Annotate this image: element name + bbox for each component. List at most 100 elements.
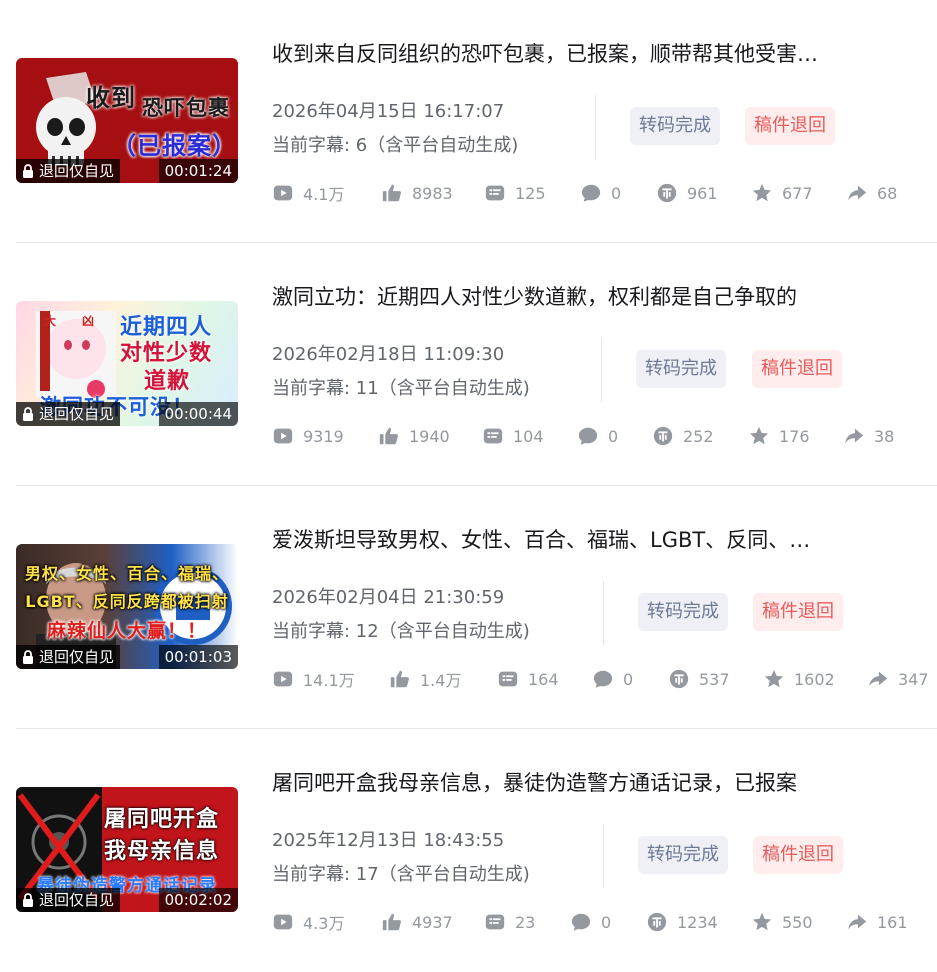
star-icon: [764, 669, 784, 688]
subtitle-count: 当前字幕: 6（含平台自动生成): [272, 135, 519, 156]
coin-icon: [657, 183, 677, 203]
play-count: 4.3万: [272, 910, 344, 934]
reject-status-badge[interactable]: 稿件退回: [753, 593, 843, 631]
badge-label: 退回仅自见: [39, 648, 115, 666]
thumbnail-text: 麻辣仙人大赢！！: [46, 620, 207, 642]
danmaku-count: 125: [484, 181, 546, 205]
publish-date: 2026年02月18日 11:09:30: [272, 344, 505, 365]
video-thumbnail[interactable]: 大 凶 近期四人 对性少数 道歉 激同功不可没！ 退回仅自见 00:00:44: [16, 301, 238, 426]
video-duration: 00:00:44: [158, 402, 238, 426]
comment-icon: [571, 913, 591, 931]
badge-label: 退回仅自见: [39, 162, 115, 180]
coin-icon: [669, 669, 689, 689]
thumbnail-text: 男权、女性、百合、福瑞、: [24, 564, 229, 583]
video-thumbnail[interactable]: 收到 恐吓包裹 （已报案） 退回仅自见 00:01:24: [16, 58, 238, 183]
lock-icon: [23, 893, 33, 907]
share-count: 347: [867, 667, 929, 691]
like-count: 1.4万: [389, 667, 461, 691]
thumbnail-text: 恐吓包裹: [142, 96, 230, 120]
favorite-count: 550: [751, 910, 813, 934]
reject-status-badge[interactable]: 稿件退回: [745, 107, 835, 145]
share-icon: [869, 671, 888, 687]
thumbnail-text: 收到: [86, 84, 136, 112]
coin-count: 1234: [646, 910, 718, 934]
video-list-item: 男权、女性、百合、福瑞、 LGBT、反同反跨都被扫射 麻辣仙人大赢！！ 退回仅自…: [0, 486, 937, 729]
video-title[interactable]: 屠同吧开盒我母亲信息，暴徒伪造警方通话记录，已报案: [272, 767, 872, 797]
transcode-status-badge: 转码完成: [638, 593, 728, 631]
favorite-count: 677: [751, 181, 813, 205]
video-duration: 00:01:24: [158, 159, 238, 183]
like-count: 8983: [381, 181, 453, 205]
divider: [603, 581, 604, 645]
thumbs-up-icon: [382, 184, 401, 202]
reject-status-badge[interactable]: 稿件退回: [753, 836, 843, 874]
coin-icon: [647, 912, 667, 932]
video-title[interactable]: 收到来自反同组织的恐吓包裹，已报案，顺带帮其他受害…: [272, 38, 872, 68]
badge-label: 退回仅自见: [39, 405, 115, 423]
like-count: 1940: [378, 424, 450, 448]
thumbs-up-icon: [379, 427, 398, 445]
share-count: 38: [843, 424, 894, 448]
video-thumbnail[interactable]: 男权、女性、百合、福瑞、 LGBT、反同反跨都被扫射 麻辣仙人大赢！！ 退回仅自…: [16, 544, 238, 669]
thumbs-up-icon: [390, 670, 409, 688]
video-list-item: 大 凶 近期四人 对性少数 道歉 激同功不可没！ 退回仅自见 00:00:44 …: [0, 243, 937, 486]
publish-date: 2026年02月04日 21:30:59: [272, 587, 505, 608]
favorite-count: 176: [748, 424, 810, 448]
danmaku-count: 164: [497, 667, 559, 691]
share-icon: [848, 185, 867, 201]
play-icon: [273, 185, 293, 201]
share-icon: [845, 428, 864, 444]
play-count: 14.1万: [272, 667, 355, 691]
subtitle-count: 当前字幕: 11（含平台自动生成): [272, 378, 530, 399]
video-title[interactable]: 激同立功：近期四人对性少数道歉，权利都是自己争取的: [272, 281, 872, 311]
visibility-badge: 退回仅自见: [16, 645, 121, 669]
comment-icon: [593, 670, 613, 688]
divider: [603, 824, 604, 888]
comment-count: 0: [577, 424, 618, 448]
visibility-badge: 退回仅自见: [16, 159, 121, 183]
transcode-status-badge: 转码完成: [638, 836, 728, 874]
comment-icon: [581, 184, 601, 202]
comment-count: 0: [580, 181, 621, 205]
play-icon: [273, 428, 293, 444]
coin-count: 537: [668, 667, 730, 691]
star-icon: [752, 183, 772, 202]
thumbnail-text: 屠同吧开盒: [104, 807, 220, 832]
visibility-badge: 退回仅自见: [16, 888, 121, 912]
like-count: 4937: [381, 910, 453, 934]
video-title[interactable]: 爱泼斯坦导致男权、女性、百合、福瑞、LGBT、反同、…: [272, 524, 872, 554]
coin-icon: [653, 426, 673, 446]
visibility-badge: 退回仅自见: [16, 402, 121, 426]
share-count: 161: [846, 910, 908, 934]
transcode-status-badge: 转码完成: [630, 107, 720, 145]
danmaku-icon: [485, 914, 505, 930]
play-count: 4.1万: [272, 181, 344, 205]
danmaku-count: 23: [484, 910, 535, 934]
comment-count: 0: [570, 910, 611, 934]
publish-date: 2025年12月13日 18:43:55: [272, 830, 505, 851]
lock-icon: [23, 164, 33, 178]
video-thumbnail[interactable]: 屠同吧开盒 我母亲信息 暴徒伪造警方通话记录 退回仅自见 00:02:02: [16, 787, 238, 912]
share-icon: [848, 914, 867, 930]
danmaku-icon: [498, 671, 518, 687]
favorite-count: 1602: [763, 667, 835, 691]
thumbnail-text: （已报案）: [112, 132, 237, 160]
svg-text:大: 大: [44, 313, 56, 328]
share-count: 68: [846, 181, 897, 205]
video-list-item: 屠同吧开盒 我母亲信息 暴徒伪造警方通话记录 退回仅自见 00:02:02 屠同…: [0, 729, 937, 972]
svg-text:凶: 凶: [82, 314, 94, 328]
star-icon: [752, 912, 772, 931]
video-duration: 00:02:02: [158, 888, 238, 912]
video-list-item: 收到 恐吓包裹 （已报案） 退回仅自见 00:01:24 收到来自反同组织的恐吓…: [0, 0, 937, 243]
coin-count: 961: [656, 181, 718, 205]
coin-count: 252: [652, 424, 714, 448]
reject-status-badge[interactable]: 稿件退回: [752, 350, 842, 388]
danmaku-icon: [483, 428, 503, 444]
subtitle-count: 当前字幕: 12（含平台自动生成): [272, 621, 530, 642]
comment-icon: [578, 427, 598, 445]
comment-count: 0: [592, 667, 633, 691]
divider: [601, 338, 602, 402]
lock-icon: [23, 407, 33, 421]
play-count: 9319: [272, 424, 344, 448]
danmaku-count: 104: [482, 424, 544, 448]
